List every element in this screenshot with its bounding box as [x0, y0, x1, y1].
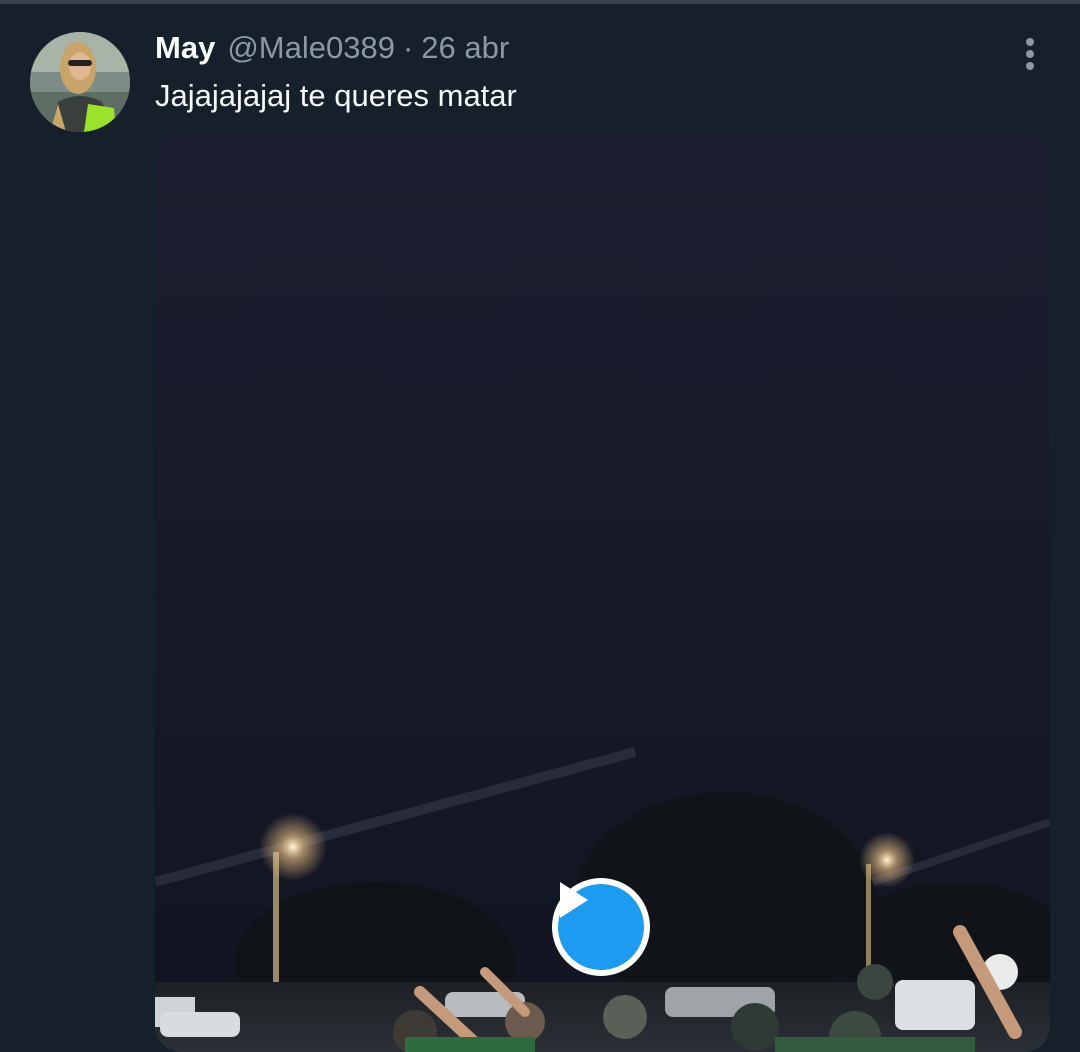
play-button[interactable] — [552, 878, 650, 976]
tweet[interactable]: May @Male0389 · 26 abr Jajajajajaj te qu… — [0, 4, 1080, 1052]
display-name[interactable]: May — [155, 30, 215, 66]
avatar-image — [30, 32, 130, 132]
play-button-inner — [558, 882, 644, 970]
tweet-date[interactable]: 26 abr — [421, 30, 509, 66]
tweet-header: May @Male0389 · 26 abr — [155, 30, 509, 70]
header-separator: · — [402, 30, 414, 65]
more-vertical-icon — [1026, 38, 1034, 70]
video-media[interactable] — [155, 132, 1050, 1052]
avatar[interactable] — [30, 32, 130, 132]
play-icon — [560, 882, 588, 918]
user-handle[interactable]: @Male0389 — [227, 30, 395, 66]
more-options-button[interactable] — [1010, 32, 1050, 76]
tweet-text: Jajajajajaj te queres matar — [155, 78, 517, 113]
